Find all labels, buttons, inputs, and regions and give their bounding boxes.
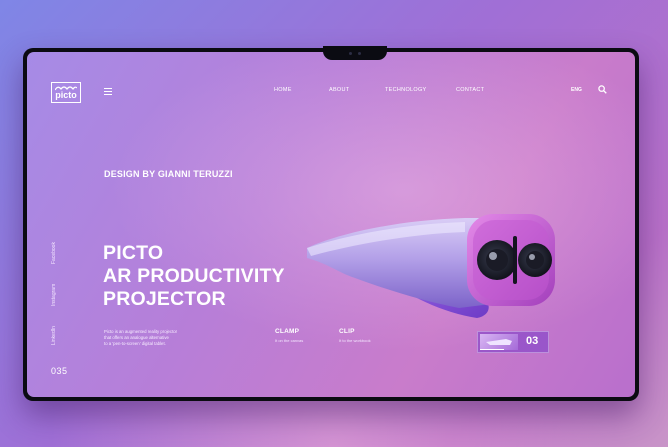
language-selector[interactable]: ENG xyxy=(571,87,582,93)
feature-clip-subtitle: It to the workbook xyxy=(339,338,371,343)
slide-progress-bar xyxy=(480,348,504,350)
nav-home[interactable]: HOME xyxy=(274,87,292,93)
headline-line: PROJECTOR xyxy=(103,288,226,310)
slide-number: 03 xyxy=(526,335,539,347)
camera-dot xyxy=(349,52,352,55)
logo-text: picto xyxy=(55,90,77,100)
logo-wave-icon xyxy=(55,86,77,91)
search-icon[interactable] xyxy=(598,85,607,94)
website-screen: picto HOME ABOUT TECHNOLOGY CONTACT ENG … xyxy=(27,52,635,397)
nav-technology[interactable]: TECHNOLOGY xyxy=(385,87,427,93)
hero-headline: PICTO AR PRODUCTIVITY PROJECTOR xyxy=(103,242,285,311)
description-line: to a 'pen-to-screen' digital tablet. xyxy=(104,340,166,346)
projector-device-image xyxy=(307,214,555,318)
social-linkedin[interactable]: LinkedIn xyxy=(51,326,57,345)
feature-clamp-subtitle: It on the canvas xyxy=(275,338,304,343)
designer-credit: DESIGN BY GIANNI TERUZZI xyxy=(104,169,233,179)
product-description: Picto is an augmented reality projector … xyxy=(104,329,204,346)
feature-clamp-title: CLAMP xyxy=(275,328,300,335)
headline-line: PICTO xyxy=(103,242,164,264)
social-instagram[interactable]: Instagram xyxy=(51,284,57,306)
headline-line: AR PRODUCTIVITY xyxy=(103,265,285,287)
monitor-frame: picto HOME ABOUT TECHNOLOGY CONTACT ENG … xyxy=(23,46,639,401)
picto-logo[interactable]: picto xyxy=(51,82,81,103)
nav-about[interactable]: ABOUT xyxy=(329,87,349,93)
hamburger-icon[interactable] xyxy=(104,88,112,96)
feature-clip-title: CLIP xyxy=(339,328,355,335)
social-facebook[interactable]: Facebook xyxy=(51,242,57,264)
monitor-notch xyxy=(323,46,387,60)
camera-dot xyxy=(358,52,361,55)
slide-selector[interactable]: 03 xyxy=(477,331,549,353)
nav-contact[interactable]: CONTACT xyxy=(456,87,484,93)
page-number: 035 xyxy=(51,366,68,376)
